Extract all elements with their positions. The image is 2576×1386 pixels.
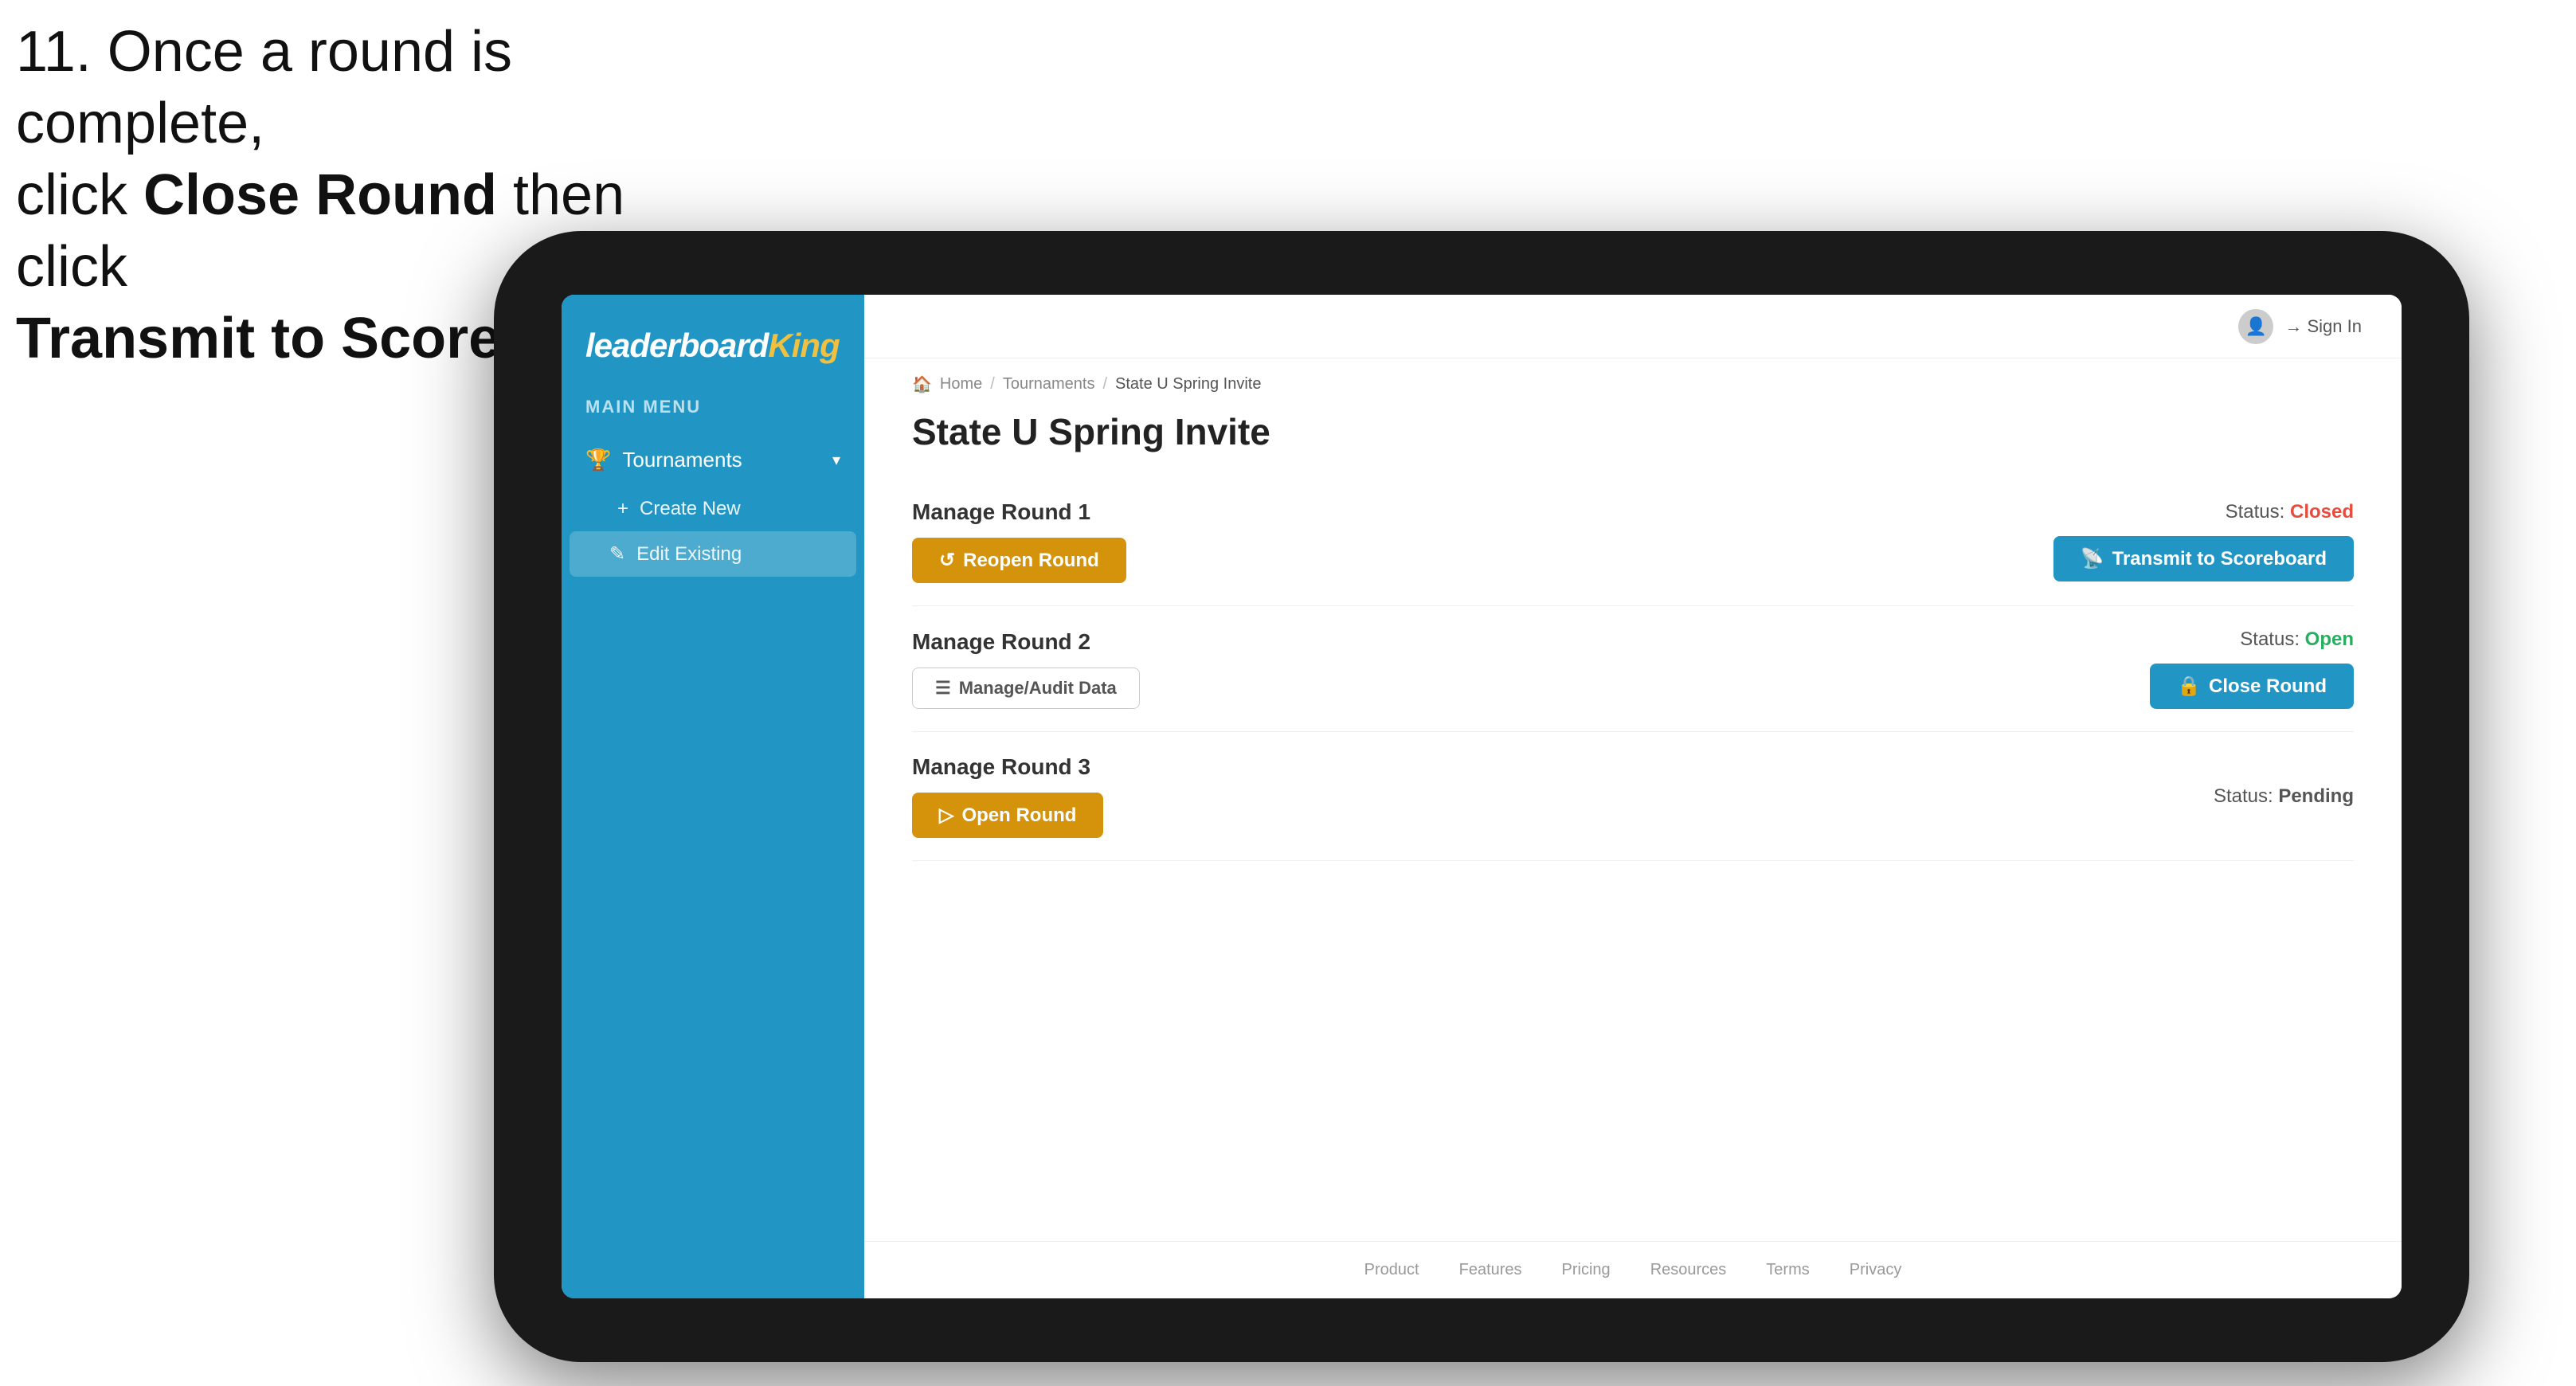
- user-avatar: 👤: [2238, 309, 2273, 344]
- open-icon: ▷: [939, 804, 953, 827]
- edit-icon: ✎: [609, 542, 625, 566]
- transmit-to-scoreboard-button[interactable]: 📡 Transmit to Scoreboard: [2053, 536, 2354, 581]
- edit-existing-label: Edit Existing: [636, 543, 742, 566]
- round-2-section: Manage Round 2 ☰ Manage/Audit Data Statu…: [912, 606, 2354, 732]
- round-2-status-value: Open: [2305, 628, 2354, 650]
- round-2-status: Status: Open: [2240, 628, 2354, 651]
- reopen-icon: ↺: [939, 549, 955, 572]
- sidebar-item-edit-existing[interactable]: ✎ Edit Existing: [570, 531, 856, 577]
- round-1-status: Status: Closed: [2226, 501, 2354, 523]
- breadcrumb-tournaments[interactable]: Tournaments: [1003, 375, 1095, 393]
- round-3-status-value: Pending: [2278, 785, 2354, 807]
- round-1-title: Manage Round 1: [912, 499, 1126, 525]
- home-icon: 🏠: [912, 374, 932, 394]
- transmit-label: Transmit to Scoreboard: [2112, 548, 2327, 570]
- breadcrumb-sep2: /: [1102, 375, 1107, 393]
- breadcrumb-sep1: /: [990, 375, 995, 393]
- main-menu-label: MAIN MENU: [562, 397, 864, 433]
- trophy-icon: 🏆: [585, 448, 611, 472]
- footer-terms[interactable]: Terms: [1766, 1261, 1809, 1279]
- round-1-section: Manage Round 1 ↺ Reopen Round Status: Cl…: [912, 477, 2354, 606]
- sidebar-item-create-new[interactable]: + Create New: [562, 487, 864, 531]
- tournaments-label: Tournaments: [622, 448, 742, 472]
- top-nav: 👤 → Sign In: [864, 295, 2402, 358]
- close-round-button[interactable]: 🔒 Close Round: [2150, 664, 2354, 709]
- sidebar: leaderboardKing MAIN MENU 🏆 Tournaments …: [562, 295, 864, 1298]
- close-round-label: Close Round: [2209, 675, 2327, 698]
- footer-privacy[interactable]: Privacy: [1850, 1261, 1902, 1279]
- plus-icon: +: [617, 498, 628, 520]
- open-round-button[interactable]: ▷ Open Round: [912, 793, 1103, 838]
- logo-area: leaderboardKing: [562, 327, 864, 397]
- page-title: State U Spring Invite: [864, 402, 2402, 477]
- reopen-round-button[interactable]: ↺ Reopen Round: [912, 538, 1126, 583]
- close-icon: 🔒: [2177, 675, 2201, 698]
- round-3-status: Status: Pending: [2214, 785, 2354, 808]
- footer: Product Features Pricing Resources Terms…: [864, 1241, 2402, 1298]
- sign-in-area[interactable]: 👤 → Sign In: [2238, 309, 2362, 344]
- tablet-device: leaderboardKing MAIN MENU 🏆 Tournaments …: [494, 231, 2469, 1362]
- content-area: Manage Round 1 ↺ Reopen Round Status: Cl…: [864, 477, 2402, 1241]
- manage-audit-data-button[interactable]: ☰ Manage/Audit Data: [912, 668, 1140, 709]
- round-2-title: Manage Round 2: [912, 629, 1140, 655]
- round-3-section: Manage Round 3 ▷ Open Round Status: Pend…: [912, 732, 2354, 861]
- sign-in-label: → Sign In: [2284, 316, 2362, 337]
- tablet-screen: leaderboardKing MAIN MENU 🏆 Tournaments …: [562, 295, 2402, 1298]
- footer-pricing[interactable]: Pricing: [1562, 1261, 1611, 1279]
- transmit-icon: 📡: [2081, 547, 2104, 570]
- logo-leaderboard-text: leaderboard: [585, 327, 768, 364]
- app-logo: leaderboardKing: [585, 327, 840, 365]
- round-1-status-value: Closed: [2290, 501, 2354, 523]
- main-content: 👤 → Sign In 🏠 Home / Tournaments / State…: [864, 295, 2402, 1298]
- breadcrumb: 🏠 Home / Tournaments / State U Spring In…: [864, 358, 2402, 402]
- manage-audit-label: Manage/Audit Data: [959, 678, 1117, 699]
- footer-product[interactable]: Product: [1364, 1261, 1419, 1279]
- chevron-down-icon: ▾: [832, 450, 840, 470]
- breadcrumb-home[interactable]: Home: [940, 375, 982, 393]
- round-3-title: Manage Round 3: [912, 754, 1103, 780]
- breadcrumb-current: State U Spring Invite: [1115, 375, 1261, 393]
- sidebar-item-tournaments[interactable]: 🏆 Tournaments ▾: [562, 433, 864, 487]
- reopen-round-label: Reopen Round: [963, 550, 1099, 572]
- footer-resources[interactable]: Resources: [1650, 1261, 1727, 1279]
- open-round-label: Open Round: [961, 805, 1076, 827]
- footer-features[interactable]: Features: [1459, 1261, 1522, 1279]
- manage-icon: ☰: [935, 678, 951, 699]
- logo-king-text: King: [768, 327, 839, 364]
- create-new-label: Create New: [640, 498, 741, 520]
